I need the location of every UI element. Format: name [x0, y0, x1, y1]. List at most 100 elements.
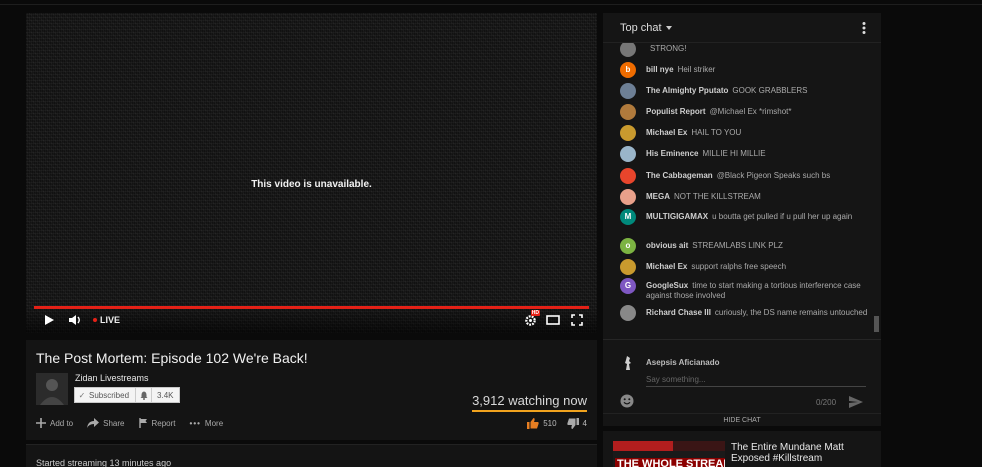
flag-icon — [138, 418, 147, 428]
live-indicator[interactable]: LIVE — [93, 312, 120, 328]
chat-header: Top chat — [603, 13, 881, 43]
chat-avatar[interactable] — [620, 168, 636, 184]
chat-avatar[interactable] — [620, 305, 636, 321]
channel-avatar-image — [36, 373, 68, 405]
chat-avatar[interactable]: G — [620, 278, 636, 294]
static-noise — [26, 13, 597, 333]
chat-avatar[interactable]: b — [620, 62, 636, 78]
chat-messages[interactable]: STRONG! b bill nye Heil striker The Almighty… — [603, 43, 881, 343]
video-info-panel: The Post Mortem: Episode 102 We're Back!… — [26, 340, 597, 440]
chat-author[interactable]: MULTIGIGAMAX — [646, 212, 708, 221]
chat-author[interactable]: The Cabbageman — [646, 171, 713, 180]
live-chat: Top chat STRONG! b bill nye Heil striker The… — [603, 13, 881, 426]
more-button[interactable]: ••• More — [190, 419, 224, 428]
chat-message-text: Populist Report @Michael Ex *rimshot* — [646, 107, 870, 117]
recommended-video[interactable]: THE WHOLE STREAM The Entire Mundane Matt… — [603, 431, 881, 467]
chat-body: MILLIE HI MILLIE — [702, 149, 766, 158]
chat-author[interactable]: The Almighty Pputato — [646, 86, 728, 95]
recommended-title[interactable]: The Entire Mundane Matt Exposed #Killstr… — [731, 442, 871, 464]
like-dislike-bar: 510 4 — [527, 418, 587, 429]
chat-body: @Black Pigeon Speaks such bs — [716, 171, 831, 180]
top-chat-dropdown[interactable]: Top chat — [620, 22, 672, 34]
report-label: Report — [151, 418, 176, 428]
chat-author[interactable]: Richard Chase III — [646, 308, 711, 317]
top-divider — [0, 4, 982, 5]
chat-author[interactable]: Michael Ex — [646, 128, 687, 137]
chat-message-text: Richard Chase III curiously, the DS name … — [646, 308, 870, 318]
chat-message-text: bill nye Heil striker — [646, 65, 870, 75]
chat-message-text: MEGA NOT THE KILLSTREAM — [646, 192, 870, 202]
chat-avatar[interactable] — [620, 43, 636, 57]
emoji-button[interactable] — [620, 394, 634, 413]
chat-author[interactable]: His Eminence — [646, 149, 698, 158]
hide-chat-button[interactable]: HIDE CHAT — [603, 413, 881, 427]
chat-avatar[interactable]: M — [620, 209, 636, 225]
chat-avatar[interactable] — [620, 189, 636, 205]
chat-avatar[interactable] — [620, 104, 636, 120]
chat-body: NOT THE KILLSTREAM — [674, 192, 761, 201]
chat-body: GOOK GRABBLERS — [732, 86, 808, 95]
chat-message-text: The Cabbageman @Black Pigeon Speaks such … — [646, 171, 870, 181]
video-player[interactable]: This video is unavailable. LIVE HD — [26, 13, 597, 333]
volume-button[interactable] — [68, 312, 82, 328]
live-label: LIVE — [100, 315, 121, 325]
play-button[interactable] — [43, 312, 55, 328]
theater-mode-button[interactable] — [546, 312, 560, 328]
chat-author[interactable]: GoogleSux — [646, 281, 688, 290]
recommended-thumbnail[interactable]: THE WHOLE STREAM — [613, 441, 725, 467]
chat-input-area: Asepsis Aficianado 0/200 HIDE CHAT — [603, 339, 881, 426]
chat-message-text: Michael Ex support ralphs free speech — [646, 262, 870, 272]
channel-name[interactable]: Zidan Livestreams — [75, 373, 149, 383]
chat-message-text: GoogleSux time to start making a tortious… — [646, 281, 870, 301]
add-to-button[interactable]: Add to — [36, 418, 73, 428]
thumbs-down-icon[interactable] — [566, 418, 579, 429]
chat-author[interactable]: MEGA — [646, 192, 670, 201]
add-to-label: Add to — [50, 418, 74, 428]
chat-message-text: Michael Ex HAIL TO YOU — [646, 128, 870, 138]
hd-badge: HD — [530, 310, 540, 316]
settings-button[interactable]: HD — [524, 310, 540, 328]
chat-author[interactable]: Michael Ex — [646, 262, 687, 271]
chat-avatar[interactable] — [620, 259, 636, 275]
chat-avatar[interactable]: o — [620, 238, 636, 254]
unavailable-message: This video is unavailable. — [251, 179, 372, 190]
chat-avatar[interactable] — [620, 146, 636, 162]
more-label: More — [204, 418, 224, 428]
plus-icon — [36, 418, 46, 428]
send-button[interactable] — [849, 395, 863, 413]
chat-scrollbar[interactable] — [874, 316, 879, 332]
chat-menu-button[interactable] — [862, 21, 866, 39]
stream-start-time: Started streaming 13 minutes ago — [36, 458, 172, 467]
chat-body: STREAMLABS LINK PLZ — [692, 241, 783, 250]
vertical-dots-icon — [862, 22, 866, 34]
bell-icon[interactable] — [135, 388, 151, 402]
thumbnail-text: THE WHOLE STREAM — [615, 458, 725, 467]
fullscreen-icon — [571, 314, 583, 326]
channel-avatar[interactable] — [36, 373, 68, 405]
play-icon — [45, 315, 54, 325]
fullscreen-button[interactable] — [571, 312, 583, 328]
chat-avatar[interactable] — [620, 125, 636, 141]
subscribe-button[interactable]: ✓ Subscribed 3.4K — [74, 387, 180, 403]
chat-author[interactable]: bill nye — [646, 65, 674, 74]
chat-message-text: STRONG! — [646, 44, 870, 54]
chat-message-text: obvious ait STREAMLABS LINK PLZ — [646, 241, 870, 251]
live-dot — [93, 318, 97, 322]
dropdown-arrow-icon — [665, 26, 672, 30]
chat-message-text: His Eminence MILLIE HI MILLIE — [646, 149, 870, 159]
chat-message-input[interactable] — [646, 373, 866, 387]
description-panel: Started streaming 13 minutes ago — [26, 444, 597, 467]
top-chat-label: Top chat — [620, 22, 662, 34]
thumbs-up-icon[interactable] — [527, 418, 539, 429]
chat-avatar[interactable] — [620, 83, 636, 99]
chat-author[interactable]: obvious ait — [646, 241, 688, 250]
player-controls: LIVE HD — [26, 307, 597, 333]
share-icon — [87, 418, 100, 428]
subscriber-count: 3.4K — [151, 388, 178, 402]
chat-author[interactable]: Populist Report — [646, 107, 706, 116]
chat-body: STRONG! — [650, 44, 687, 53]
video-title: The Post Mortem: Episode 102 We're Back! — [36, 350, 308, 366]
share-button[interactable]: Share — [87, 418, 125, 428]
report-button[interactable]: Report — [138, 418, 176, 428]
send-icon — [849, 396, 863, 408]
